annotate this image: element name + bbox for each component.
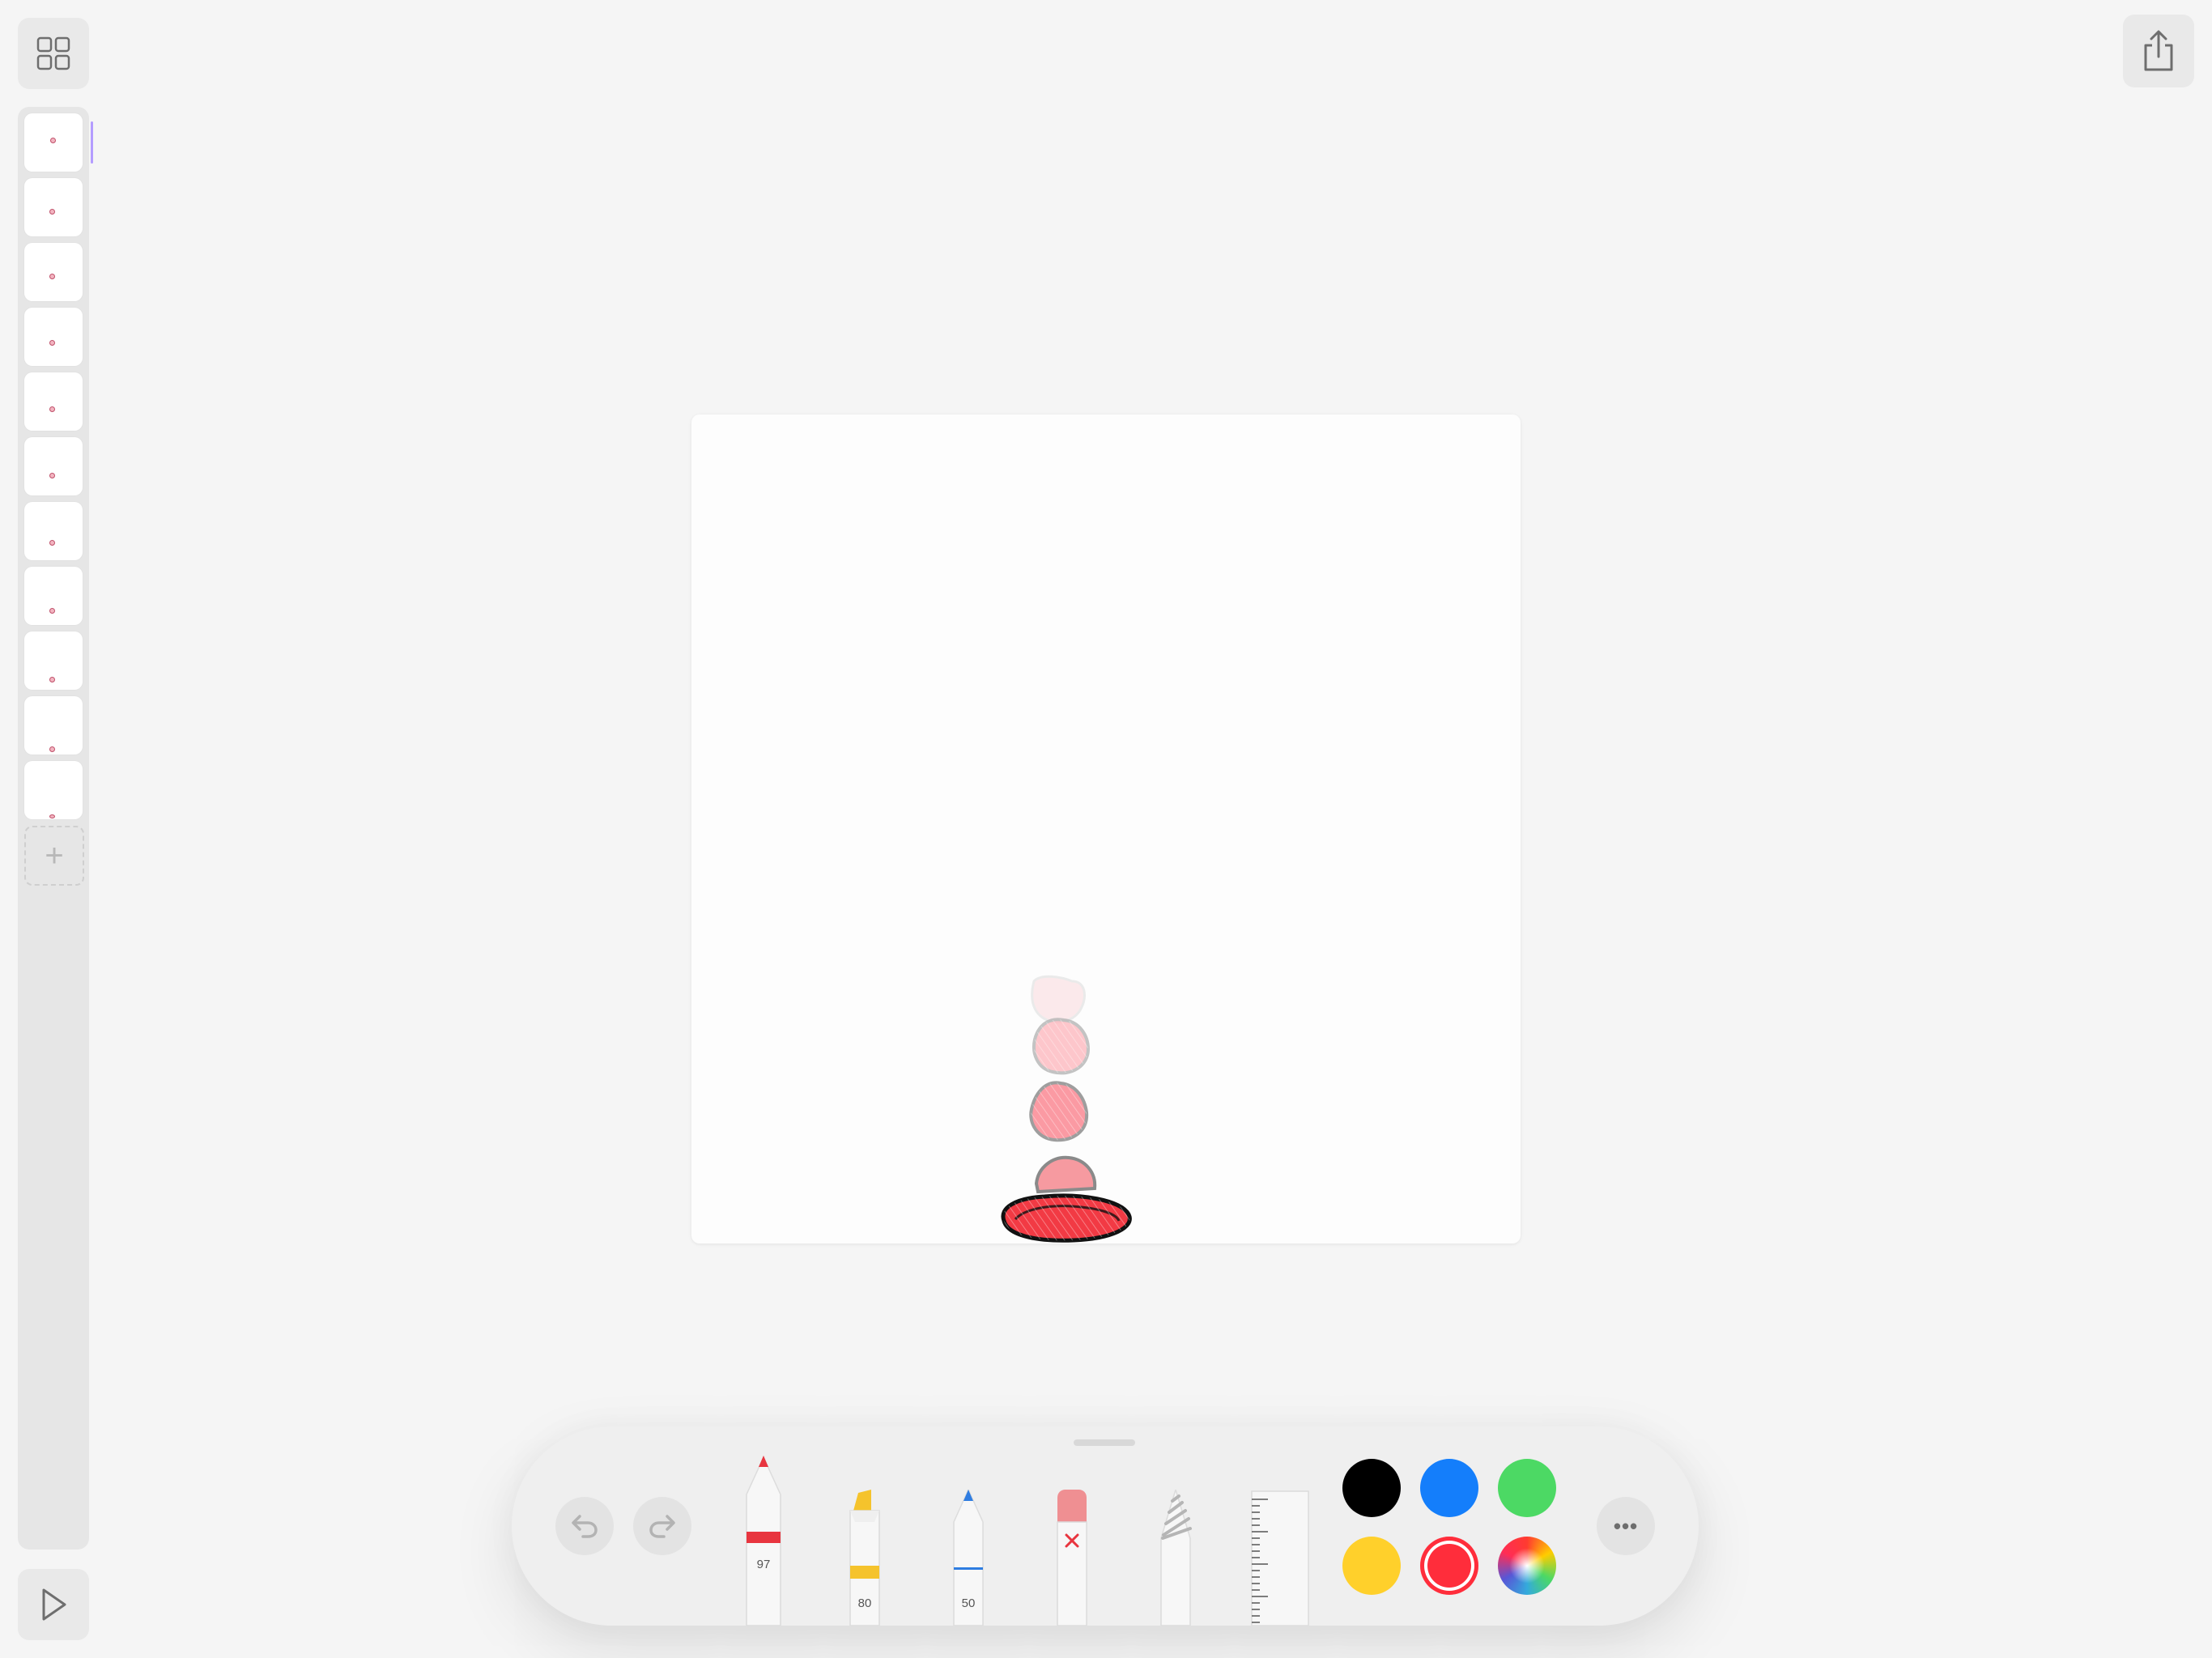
play-button[interactable]: [18, 1569, 89, 1640]
share-icon: [2144, 30, 2173, 71]
color-swatch-yellow[interactable]: [1342, 1537, 1401, 1595]
frame-thumbnail[interactable]: [24, 631, 83, 690]
current-frame-ball: [1001, 1193, 1132, 1243]
color-swatch-red-selected[interactable]: [1420, 1537, 1478, 1595]
add-frame-button[interactable]: +: [24, 826, 84, 886]
frame-thumbnail[interactable]: [24, 243, 83, 301]
more-options-button[interactable]: •••: [1597, 1497, 1655, 1555]
redo-button[interactable]: [633, 1497, 691, 1555]
eraser-icon: [1057, 1490, 1087, 1626]
frame-thumbnail[interactable]: [24, 696, 83, 755]
onion-skin-frame: [1032, 1018, 1091, 1075]
canvas-drawing: [1001, 975, 1132, 1243]
pen-tool[interactable]: 97: [743, 1456, 784, 1626]
pencil-size-label: 50: [961, 1596, 976, 1610]
color-wheel-button[interactable]: [1498, 1537, 1556, 1595]
undo-icon: [572, 1515, 598, 1538]
onion-skin-frame: [1029, 1081, 1089, 1142]
redo-icon: [649, 1515, 675, 1538]
grid-icon: [36, 36, 70, 70]
ruler-icon: [1251, 1490, 1309, 1626]
plus-icon: +: [45, 838, 64, 874]
frame-thumbnail[interactable]: [24, 502, 83, 560]
frame-thumbnail[interactable]: [24, 761, 83, 819]
lasso-tool[interactable]: [1158, 1487, 1193, 1626]
ruler-tool[interactable]: [1250, 1490, 1310, 1626]
share-button[interactable]: [2123, 15, 2194, 87]
pen-icon: [746, 1456, 781, 1626]
frames-grid-button[interactable]: [18, 18, 89, 89]
color-swatch-green[interactable]: [1498, 1459, 1556, 1517]
onion-skin-frame: [1031, 975, 1086, 1024]
frames-panel: +: [18, 107, 89, 1550]
tool-palette: 97 80 50 •••: [512, 1426, 1699, 1626]
pencil-tool[interactable]: 50: [951, 1488, 986, 1626]
frame-thumbnail[interactable]: [24, 372, 83, 431]
onion-skin-frame: [1034, 1155, 1097, 1194]
frame-thumbnail[interactable]: [24, 308, 83, 366]
play-icon: [42, 1588, 66, 1621]
ellipsis-icon: •••: [1613, 1513, 1639, 1538]
marker-size-label: 80: [857, 1596, 872, 1610]
color-swatch-black[interactable]: [1342, 1459, 1401, 1517]
color-swatch-blue[interactable]: [1420, 1459, 1478, 1517]
frame-thumbnail[interactable]: [24, 113, 83, 172]
drawing-canvas[interactable]: [691, 414, 1521, 1244]
pen-size-label: 97: [756, 1558, 771, 1571]
eraser-tool[interactable]: [1054, 1490, 1090, 1626]
current-frame-indicator: [91, 121, 93, 164]
lasso-icon: [1160, 1487, 1192, 1626]
palette-grabber[interactable]: [1074, 1439, 1135, 1446]
marker-tool[interactable]: 80: [847, 1490, 883, 1626]
frame-thumbnail[interactable]: [24, 437, 83, 495]
frame-thumbnail[interactable]: [24, 567, 83, 625]
frame-thumbnail[interactable]: [24, 178, 83, 236]
undo-button[interactable]: [555, 1497, 614, 1555]
